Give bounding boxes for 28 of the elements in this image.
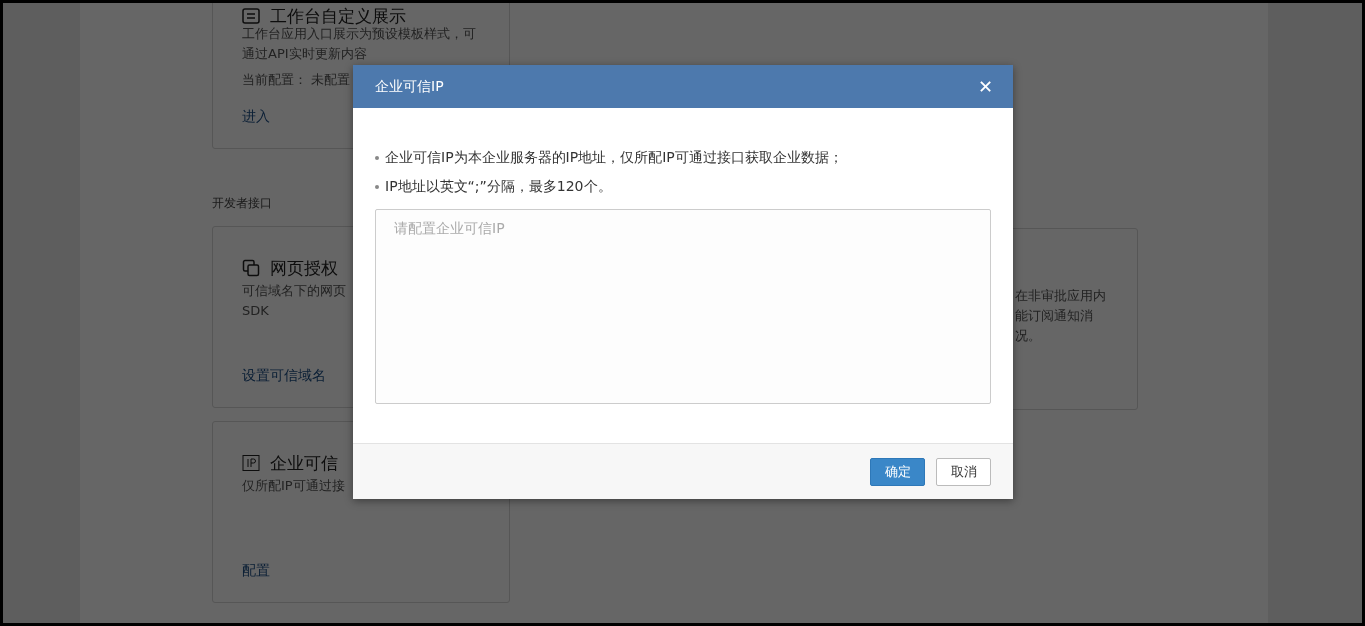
- card-title: 网页授权: [270, 256, 338, 280]
- configure-link[interactable]: 配置: [242, 562, 270, 580]
- overlap-squares-icon: [242, 259, 260, 277]
- card-description: 能订阅通知消: [1015, 307, 1093, 325]
- note-text: 企业可信IP为本企业服务器的IP地址，仅所配IP可通过接口获取企业数据；: [385, 148, 843, 167]
- template-icon: [242, 7, 260, 25]
- card-description: 况。: [1015, 327, 1041, 345]
- card-description: 工作台应用入口展示为预设模板样式，可: [242, 25, 476, 43]
- card-description: SDK: [242, 302, 269, 320]
- configure-link[interactable]: 设置可信域名: [242, 367, 326, 385]
- card-description: 通过API实时更新内容: [242, 45, 367, 63]
- card-title: 企业可信: [270, 451, 338, 475]
- ip-icon: [242, 454, 260, 472]
- enter-link[interactable]: 进入: [242, 108, 270, 126]
- bullet-icon: [375, 155, 379, 160]
- bullet-icon: [375, 184, 379, 189]
- ip-input-field[interactable]: 请配置企业可信IP: [375, 209, 991, 404]
- note-text: IP地址以英文“;”分隔，最多120个。: [385, 177, 612, 196]
- card-title: 工作台自定义展示: [270, 4, 406, 27]
- dialog-title: 企业可信IP: [375, 77, 444, 96]
- confirm-button[interactable]: 确定: [870, 457, 925, 486]
- section-label: 开发者接口: [212, 195, 272, 212]
- card-description: 仅所配IP可通过接: [242, 477, 345, 495]
- card-description: 可信域名下的网页: [242, 282, 346, 300]
- config-status: 当前配置： 未配置: [242, 71, 351, 89]
- close-button[interactable]: ✕: [977, 76, 993, 97]
- cancel-button[interactable]: 取消: [936, 457, 991, 486]
- card-description: 在非审批应用内: [1015, 287, 1106, 305]
